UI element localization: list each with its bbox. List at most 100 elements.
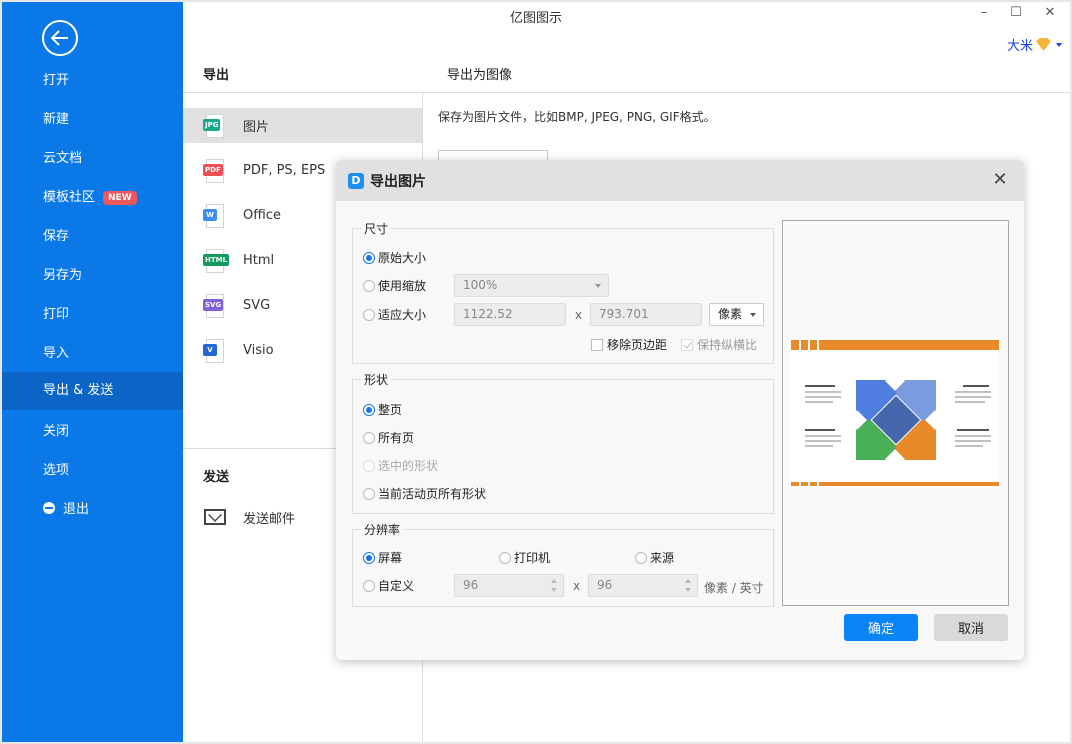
sidebar-item-label: 新建 (43, 112, 70, 127)
chevron-down-icon (750, 313, 756, 317)
size-group-legend: 尺寸 (361, 220, 392, 237)
close-window-button[interactable]: ✕ (1035, 5, 1065, 25)
app-window: 打开 新建 云文档 模板社区 NEW 保存 另存为 打印 导入 导出 & 发送 关… (2, 2, 1070, 742)
user-name: 大米 (1006, 39, 1033, 54)
jpg-file-icon: JPG (203, 113, 225, 138)
preview-header-block (791, 340, 799, 350)
export-preview (782, 220, 1009, 606)
sidebar-item-save-as[interactable]: 另存为 (2, 257, 183, 295)
export-item-label: Html (243, 253, 275, 268)
sidebar-item-close[interactable]: 关闭 (2, 413, 183, 451)
width-input[interactable]: 1122.52 (454, 303, 566, 326)
word-file-icon: W (203, 203, 225, 228)
dialog-title: 导出图片 (370, 173, 426, 190)
sidebar-item-save[interactable]: 保存 (2, 218, 183, 256)
resolution-group-legend: 分辨率 (361, 521, 404, 538)
sidebar-item-label: 选项 (43, 463, 70, 478)
right-panel-title: 导出为图像 (447, 68, 513, 83)
sidebar-item-import[interactable]: 导入 (2, 335, 183, 373)
chevron-down-icon (1056, 42, 1062, 47)
radio-whole-page[interactable]: 整页 (363, 401, 402, 418)
radio-active-page-shapes[interactable]: 当前活动页所有形状 (363, 485, 486, 502)
export-item-label: Visio (243, 343, 274, 358)
radio-use-zoom[interactable]: 使用缩放 (363, 277, 426, 294)
ok-button[interactable]: 确定 (844, 614, 918, 641)
radio-custom[interactable]: 自定义 (363, 577, 414, 594)
maximize-button[interactable]: ☐ (1001, 5, 1031, 25)
export-image-dialog: D 导出图片 ✕ 尺寸 原始大小 使用缩放 适应大小 100% 1122.52 … (336, 160, 1024, 660)
sidebar-item-label: 退出 (63, 502, 90, 517)
preview-footer-block (791, 482, 799, 486)
arrow-left-icon (51, 30, 68, 46)
sidebar-item-export-send[interactable]: 导出 & 发送 (2, 372, 183, 410)
sidebar-item-label: 打开 (43, 73, 70, 88)
size-group: 尺寸 原始大小 使用缩放 适应大小 100% 1122.52 x 793.701… (352, 220, 774, 364)
preview-header-block (810, 340, 817, 350)
user-menu[interactable]: 大米 (1007, 35, 1062, 54)
preview-header-block (801, 340, 808, 350)
sidebar-item-label: 另存为 (43, 268, 83, 283)
sidebar-item-new[interactable]: 新建 (2, 101, 183, 139)
remove-margin-checkbox[interactable]: 移除页边距 (591, 336, 667, 353)
sidebar-item-options[interactable]: 选项 (2, 452, 183, 490)
shape-group: 形状 整页 所有页 选中的形状 当前活动页所有形状 (352, 371, 774, 514)
dialog-close-button[interactable]: ✕ (990, 170, 1010, 190)
chevron-down-icon (595, 284, 601, 288)
cancel-button[interactable]: 取消 (934, 614, 1008, 641)
preview-footer-block (801, 482, 808, 486)
sidebar-item-label: 保存 (43, 229, 70, 244)
zoom-select[interactable]: 100% (454, 274, 609, 297)
sidebar-item-print[interactable]: 打印 (2, 296, 183, 334)
sidebar-item-label: 关闭 (43, 424, 70, 439)
radio-fit-size[interactable]: 适应大小 (363, 306, 426, 323)
minimize-button[interactable]: – (969, 5, 999, 25)
send-email-label: 发送邮件 (243, 511, 296, 527)
export-description: 保存为图片文件，比如BMP, JPEG, PNG, GIF格式。 (438, 110, 716, 124)
new-badge: NEW (103, 191, 137, 205)
html-file-icon: HTML (203, 248, 230, 273)
radio-all-pages[interactable]: 所有页 (363, 429, 414, 446)
mail-send-icon (204, 509, 226, 525)
spinner-arrows-icon (685, 578, 691, 593)
resolution-group: 分辨率 屏幕 打印机 来源 自定义 96 x 96 像素 / 英寸 (352, 521, 774, 607)
sidebar-item-exit[interactable]: 退出 (2, 491, 183, 529)
sidebar-item-open[interactable]: 打开 (2, 62, 183, 100)
sidebar: 打开 新建 云文档 模板社区 NEW 保存 另存为 打印 导入 导出 & 发送 关… (2, 2, 183, 742)
sidebar-item-template-community[interactable]: 模板社区 NEW (2, 179, 183, 217)
app-logo-icon: D (348, 172, 364, 189)
dpi-x-input[interactable]: 96 (454, 574, 564, 597)
visio-file-icon: V (203, 338, 225, 363)
sidebar-item-label: 导出 & 发送 (43, 383, 114, 398)
sidebar-item-label: 导入 (43, 346, 70, 361)
vip-diamond-icon (1036, 38, 1051, 51)
preview-footer-bar (819, 482, 999, 486)
export-heading: 导出 (203, 68, 230, 83)
times-label: x (575, 308, 583, 322)
height-input[interactable]: 793.701 (590, 303, 702, 326)
svg-file-icon: SVG (203, 293, 225, 318)
pdf-file-icon: PDF (203, 158, 225, 183)
export-item-label: Office (243, 208, 281, 223)
export-item-label: SVG (243, 298, 271, 313)
radio-source[interactable]: 来源 (635, 549, 674, 566)
radio-screen[interactable]: 屏幕 (363, 549, 402, 566)
times-label: x (573, 579, 581, 593)
sidebar-item-cloud-docs[interactable]: 云文档 (2, 140, 183, 178)
dpi-y-input[interactable]: 96 (588, 574, 698, 597)
sidebar-item-label: 打印 (43, 307, 70, 322)
unit-select[interactable]: 像素 (709, 303, 764, 326)
send-heading: 发送 (203, 470, 230, 485)
export-item-image[interactable]: JPG 图片 (183, 108, 422, 143)
shape-group-legend: 形状 (361, 371, 392, 388)
radio-original-size[interactable]: 原始大小 (363, 249, 426, 266)
minus-circle-icon (43, 502, 55, 514)
spinner-arrows-icon (551, 578, 557, 593)
keep-ratio-checkbox[interactable]: 保持纵横比 (681, 336, 757, 353)
preview-header-bar (819, 340, 999, 350)
export-item-label: PDF, PS, EPS (243, 163, 326, 178)
sidebar-item-label: 模板社区 (43, 190, 96, 205)
radio-printer[interactable]: 打印机 (499, 549, 550, 566)
radio-selected-shapes[interactable]: 选中的形状 (363, 457, 438, 474)
dpi-unit-label: 像素 / 英寸 (704, 581, 764, 595)
dialog-header: D 导出图片 (336, 160, 1024, 201)
